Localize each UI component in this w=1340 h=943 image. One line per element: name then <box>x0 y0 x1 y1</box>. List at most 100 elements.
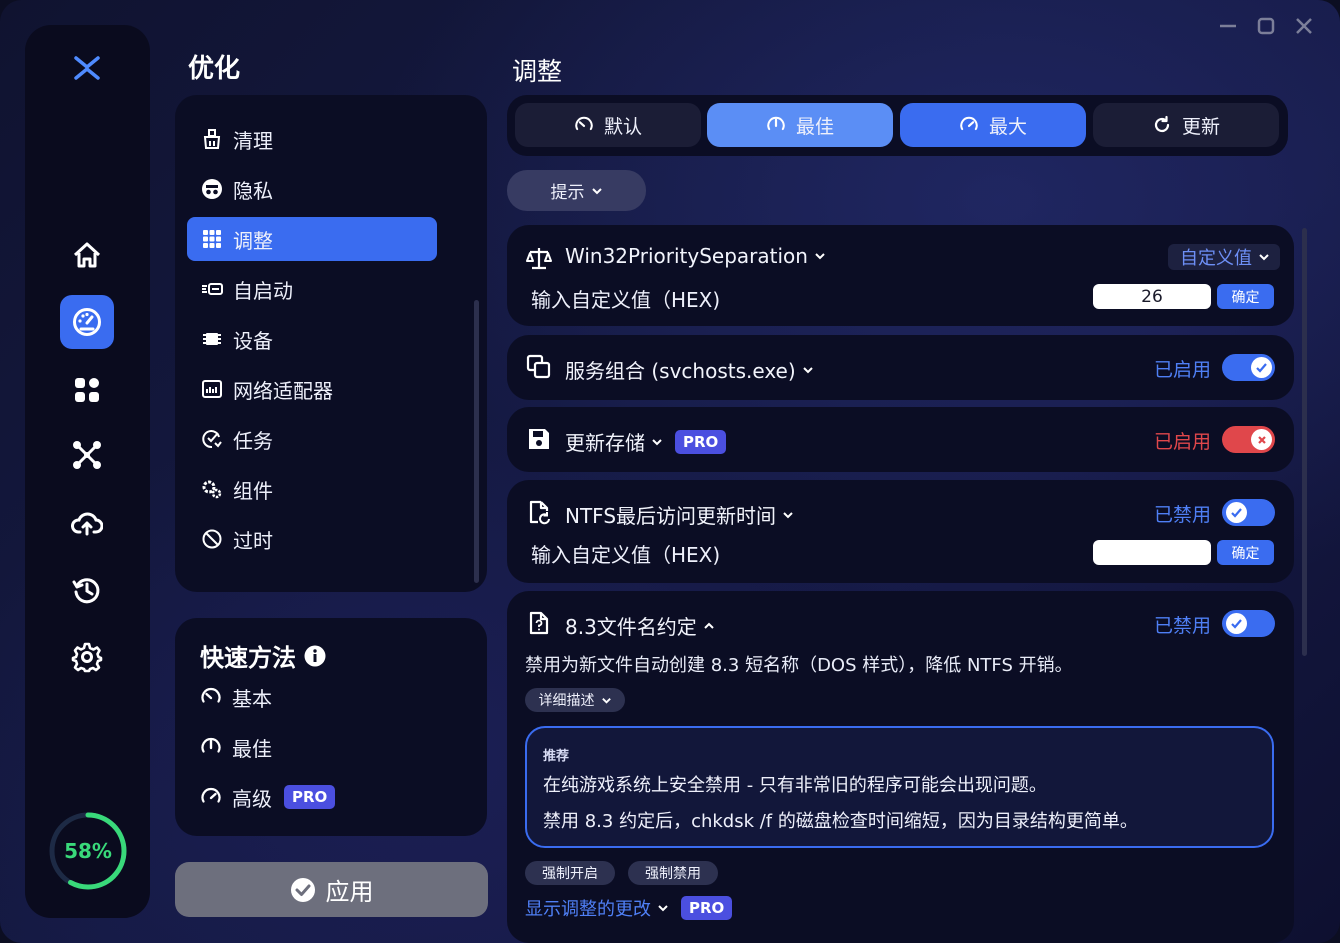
force-disable-button[interactable]: 强制禁用 <box>628 861 718 885</box>
sidebar-item-devices[interactable]: 设备 <box>187 317 437 361</box>
sidebar-item-network-adapters[interactable]: 网络适配器 <box>187 367 437 411</box>
gauge-low-icon <box>574 115 594 135</box>
rail-history-button[interactable] <box>60 563 114 617</box>
status-label: 已启用 <box>1154 431 1212 453</box>
chevron-down-icon <box>658 905 668 912</box>
rail-cloud-button[interactable] <box>60 496 114 550</box>
show-changes-link[interactable]: 显示调整的更改 PRO <box>525 895 733 921</box>
force-enable-button[interactable]: 强制开启 <box>525 861 615 885</box>
tweak-toggle[interactable] <box>1222 499 1275 526</box>
home-icon <box>73 242 101 268</box>
sidebar-item-components[interactable]: 组件 <box>187 467 437 511</box>
x-icon <box>1251 429 1272 450</box>
icon-rail: 58% <box>25 25 150 918</box>
maximize-button[interactable] <box>1252 14 1280 38</box>
tweak-title[interactable]: 更新存储 PRO <box>565 427 727 456</box>
confirm-button[interactable]: 确定 <box>1217 284 1274 309</box>
components-gear-icon <box>201 478 223 500</box>
rail-settings-button[interactable] <box>60 630 114 684</box>
sidebar-item-clean[interactable]: 清理 <box>187 117 437 161</box>
rail-optimize-button[interactable] <box>60 295 114 349</box>
optimization-progress-ring: 58% <box>47 810 129 892</box>
nav-panel: 清理 隐私 调整 自启动 设备 网络适配器 任务 组件 过时 <box>175 95 487 592</box>
sidebar-item-obsolete[interactable]: 过时 <box>187 517 437 561</box>
incognito-icon <box>201 178 223 200</box>
tweak-title[interactable]: 服务组合 (svchosts.exe) <box>565 355 814 384</box>
minimize-button[interactable] <box>1214 14 1242 38</box>
preset-bar: 默认 最佳 最大 更新 <box>507 95 1288 156</box>
pro-badge: PRO <box>681 896 733 920</box>
hex-value-input[interactable] <box>1093 284 1211 309</box>
custom-value-label: 输入自定义值（HEX) <box>531 288 721 312</box>
tweak-toggle[interactable] <box>1222 426 1275 453</box>
network-nodes-icon <box>73 441 101 469</box>
copy-icon <box>526 354 552 380</box>
sidebar-title: 优化 <box>188 54 241 84</box>
value-mode-select[interactable]: 自定义值 <box>1168 244 1280 270</box>
nav-scrollbar[interactable] <box>474 300 479 583</box>
status-label: 已启用 <box>1154 359 1212 381</box>
sidebar-item-startup[interactable]: 自启动 <box>187 267 437 311</box>
minimize-icon <box>1220 24 1236 28</box>
sidebar-item-label: 设备 <box>233 328 273 353</box>
info-icon[interactable] <box>304 645 326 667</box>
sidebar-item-label: 清理 <box>233 128 273 153</box>
maximize-icon <box>1257 17 1275 35</box>
speedometer-icon <box>73 308 101 336</box>
tweak-title[interactable]: 8.3文件名约定 <box>565 611 715 640</box>
apply-button[interactable]: 应用 <box>175 862 488 917</box>
hint-dropdown[interactable]: 提示 <box>507 170 646 211</box>
tweak-card-8dot3-names: 8.3文件名约定 已禁用 禁用为新文件自动创建 8.3 短名称（DOS 样式），… <box>507 591 1294 943</box>
chevron-down-icon <box>815 253 825 260</box>
quick-methods-panel: 快速方法 基本 最佳 高级 PRO <box>175 618 487 836</box>
sidebar-item-privacy[interactable]: 隐私 <box>187 167 437 211</box>
main-scrollbar[interactable] <box>1302 228 1307 656</box>
gauge-mid-icon <box>200 736 222 758</box>
tweak-card-update-storage: 更新存储 PRO 已启用 <box>507 407 1294 472</box>
chevron-down-icon <box>783 511 793 518</box>
tweak-title[interactable]: NTFS最后访问更新时间 <box>565 500 794 529</box>
close-button[interactable] <box>1290 14 1318 38</box>
file-refresh-icon <box>526 499 552 525</box>
preset-default-button[interactable]: 默认 <box>515 103 701 147</box>
hex-value-input[interactable] <box>1093 540 1211 565</box>
tweak-toggle[interactable] <box>1222 354 1275 381</box>
tweak-toggle[interactable] <box>1222 610 1275 637</box>
confirm-button[interactable]: 确定 <box>1217 540 1274 565</box>
cloud-upload-icon <box>71 512 103 536</box>
tweak-card-ntfs-last-access: NTFS最后访问更新时间 已禁用 输入自定义值（HEX) 确定 <box>507 480 1294 583</box>
chevron-down-icon <box>1259 254 1269 261</box>
sidebar-item-label: 过时 <box>233 528 273 553</box>
logo-button[interactable] <box>60 41 114 95</box>
quick-best[interactable]: 最佳 <box>200 730 272 764</box>
rail-home-button[interactable] <box>60 228 114 282</box>
rail-apps-button[interactable] <box>60 363 114 417</box>
quick-basic[interactable]: 基本 <box>200 680 272 714</box>
preset-max-button[interactable]: 最大 <box>900 103 1086 147</box>
preset-best-button[interactable]: 最佳 <box>707 103 893 147</box>
grid-icon <box>201 228 223 250</box>
preset-update-button[interactable]: 更新 <box>1093 103 1279 147</box>
status-label: 已禁用 <box>1154 504 1212 526</box>
floppy-save-icon <box>526 426 552 452</box>
page-title: 调整 <box>512 57 563 86</box>
sidebar-item-tasks[interactable]: 任务 <box>187 417 437 461</box>
gauge-high-icon <box>200 786 222 808</box>
app-window: 58% 优化 清理 隐私 调整 自启动 设备 网络适配器 任务 组件 过时 快速… <box>0 0 1340 943</box>
check-icon <box>1251 357 1272 378</box>
task-icon <box>201 428 223 450</box>
tweak-card-svchost: 服务组合 (svchosts.exe) 已启用 <box>507 335 1294 400</box>
quick-advanced[interactable]: 高级 PRO <box>200 780 336 814</box>
custom-value-label: 输入自定义值（HEX) <box>531 543 721 567</box>
recommendation-title: 推荐 <box>543 749 570 764</box>
sidebar-item-tweaks[interactable]: 调整 <box>187 217 437 261</box>
apps-grid-icon <box>75 378 99 402</box>
sidebar-item-label: 调整 <box>233 228 273 253</box>
rail-network-button[interactable] <box>60 428 114 482</box>
quick-methods-title: 快速方法 <box>200 638 326 673</box>
recommendation-line: 在纯游戏系统上安全禁用 - 只有非常旧的程序可能会出现问题。 <box>543 775 1047 796</box>
chevron-down-icon <box>802 366 813 373</box>
tweak-title[interactable]: Win32PrioritySeparation <box>565 244 826 268</box>
chip-icon <box>201 328 223 350</box>
details-toggle[interactable]: 详细描述 <box>525 688 625 712</box>
